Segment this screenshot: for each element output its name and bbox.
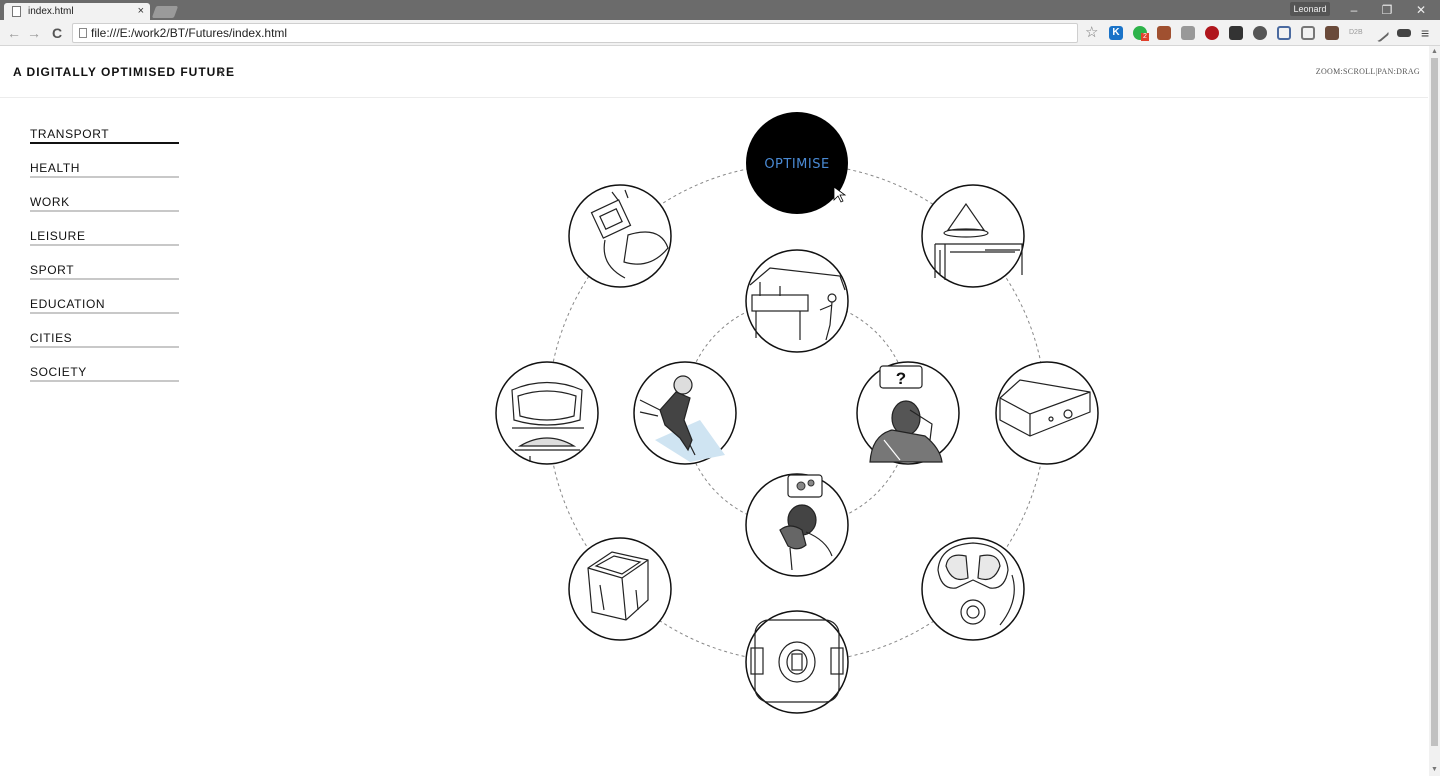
satellite-device-node[interactable] — [568, 184, 672, 288]
skydiver-node[interactable] — [633, 361, 737, 465]
kitchen-person-node[interactable] — [745, 249, 849, 353]
confused-man-node[interactable]: ? — [856, 361, 960, 465]
lamp-appliance-node[interactable] — [921, 184, 1025, 288]
optimise-node[interactable]: OPTIMISE — [746, 112, 848, 214]
future-diagram[interactable]: OPTIMISE ? — [0, 0, 1428, 776]
diving-mask-node[interactable] — [921, 537, 1025, 641]
scrollbar-thumb[interactable] — [1431, 58, 1438, 746]
question-mark: ? — [896, 369, 906, 388]
smart-scale-node[interactable] — [495, 361, 599, 465]
robot-vacuum-node[interactable] — [745, 610, 849, 714]
scroll-down-icon[interactable]: ▼ — [1431, 766, 1438, 774]
cube-gadget-node[interactable] — [568, 537, 672, 641]
thinking-child-node[interactable] — [745, 473, 849, 577]
optimise-label: OPTIMISE — [764, 157, 829, 172]
router-box-node[interactable] — [995, 361, 1099, 465]
page-scrollbar[interactable]: ▲ ▼ — [1429, 46, 1440, 776]
scroll-up-icon[interactable]: ▲ — [1431, 48, 1438, 56]
